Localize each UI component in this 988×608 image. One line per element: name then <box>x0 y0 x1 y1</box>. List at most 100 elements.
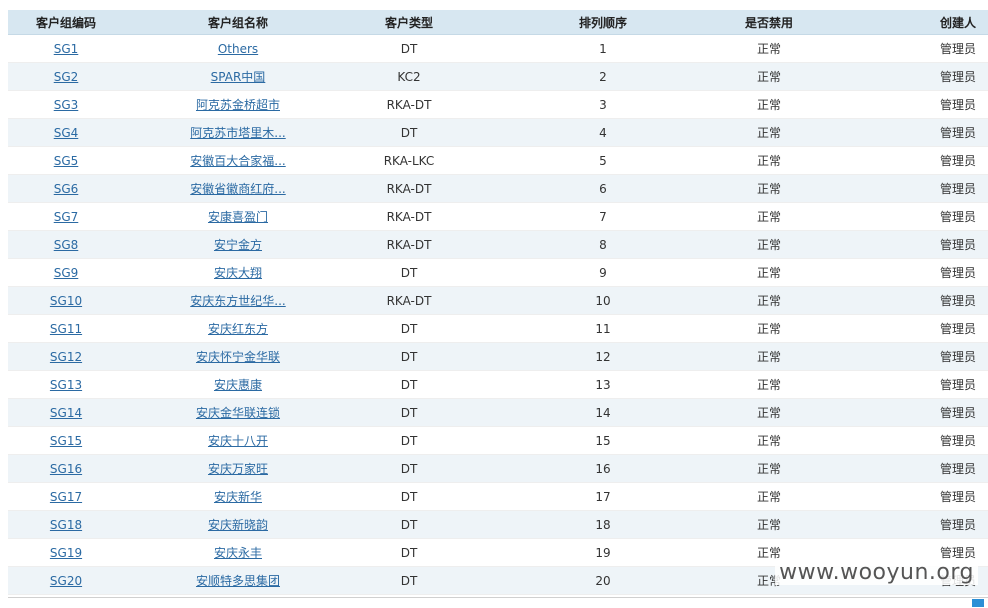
code-link[interactable]: SG9 <box>54 266 79 280</box>
cell-type: RKA-DT <box>352 174 466 203</box>
cell-creator: 管理员 <box>908 286 988 315</box>
name-link[interactable]: 安庆金华联连锁 <box>196 406 280 420</box>
cell-name: 安庆万家旺 <box>124 454 352 483</box>
cell-creator: 管理员 <box>908 174 988 203</box>
column-header-creator[interactable]: 创建人 <box>908 10 988 35</box>
cell-creator: 管理员 <box>908 62 988 91</box>
cell-spacer <box>798 370 908 399</box>
table-row[interactable]: SG12 安庆怀宁金华联 DT 12 正常 管理员 <box>8 342 988 371</box>
code-link[interactable]: SG19 <box>50 546 82 560</box>
column-header-name[interactable]: 客户组名称 <box>124 10 352 35</box>
column-header-status[interactable]: 是否禁用 <box>740 10 798 35</box>
name-link[interactable]: 安庆永丰 <box>214 546 262 560</box>
cell-order: 3 <box>466 90 740 119</box>
table-row[interactable]: SG18 安庆新晓韵 DT 18 正常 管理员 <box>8 510 988 539</box>
column-header-type[interactable]: 客户类型 <box>352 10 466 35</box>
code-link[interactable]: SG18 <box>50 518 82 532</box>
name-link[interactable]: 安庆红东方 <box>208 322 268 336</box>
name-link[interactable]: 安顺特多思集团 <box>196 574 280 588</box>
cell-order: 14 <box>466 398 740 427</box>
code-link[interactable]: SG12 <box>50 350 82 364</box>
column-header-order[interactable]: 排列顺序 <box>466 10 740 35</box>
cell-code: SG17 <box>8 482 124 511</box>
name-link[interactable]: 安宁金方 <box>214 238 262 252</box>
code-link[interactable]: SG2 <box>54 70 79 84</box>
table-row[interactable]: SG7 安康喜盈门 RKA-DT 7 正常 管理员 <box>8 202 988 231</box>
table-row[interactable]: SG13 安庆惠康 DT 13 正常 管理员 <box>8 370 988 399</box>
name-link[interactable]: 安庆东方世纪华... <box>190 294 285 308</box>
name-link[interactable]: 安徽省徽商红府... <box>190 182 285 196</box>
table-row[interactable]: SG17 安庆新华 DT 17 正常 管理员 <box>8 482 988 511</box>
code-link[interactable]: SG1 <box>54 42 79 56</box>
cell-code: SG1 <box>8 34 124 63</box>
cell-status: 正常 <box>740 118 798 147</box>
column-header-code[interactable]: 客户组编码 <box>8 10 124 35</box>
code-link[interactable]: SG13 <box>50 378 82 392</box>
table-row[interactable]: SG16 安庆万家旺 DT 16 正常 管理员 <box>8 454 988 483</box>
cell-type: RKA-LKC <box>352 146 466 175</box>
table-row[interactable]: SG5 安徽百大合家福... RKA-LKC 5 正常 管理员 <box>8 146 988 175</box>
code-link[interactable]: SG10 <box>50 294 82 308</box>
cell-name: 安庆大翔 <box>124 258 352 287</box>
name-link[interactable]: 安庆惠康 <box>214 378 262 392</box>
code-link[interactable]: SG6 <box>54 182 79 196</box>
cell-status: 正常 <box>740 258 798 287</box>
cell-order: 4 <box>466 118 740 147</box>
name-link[interactable]: 阿克苏市塔里木... <box>190 126 285 140</box>
code-link[interactable]: SG8 <box>54 238 79 252</box>
pager-button[interactable] <box>972 599 984 607</box>
cell-type: DT <box>352 454 466 483</box>
cell-creator: 管理员 <box>908 454 988 483</box>
code-link[interactable]: SG15 <box>50 434 82 448</box>
table-row[interactable]: SG6 安徽省徽商红府... RKA-DT 6 正常 管理员 <box>8 174 988 203</box>
name-link[interactable]: 安庆万家旺 <box>208 462 268 476</box>
table-row[interactable]: SG15 安庆十八开 DT 15 正常 管理员 <box>8 426 988 455</box>
name-link[interactable]: 安庆十八开 <box>208 434 268 448</box>
cell-status: 正常 <box>740 146 798 175</box>
name-link[interactable]: 安徽百大合家福... <box>190 154 285 168</box>
table-row[interactable]: SG11 安庆红东方 DT 11 正常 管理员 <box>8 314 988 343</box>
name-link[interactable]: Others <box>218 42 258 56</box>
cell-creator: 管理员 <box>908 146 988 175</box>
cell-code: SG10 <box>8 286 124 315</box>
cell-spacer <box>798 230 908 259</box>
name-link[interactable]: 安庆新华 <box>214 490 262 504</box>
cell-status: 正常 <box>740 34 798 63</box>
name-link[interactable]: 安庆大翔 <box>214 266 262 280</box>
code-link[interactable]: SG14 <box>50 406 82 420</box>
cell-creator: 管理员 <box>908 510 988 539</box>
column-header-spacer <box>798 10 908 35</box>
code-link[interactable]: SG17 <box>50 490 82 504</box>
cell-code: SG12 <box>8 342 124 371</box>
code-link[interactable]: SG20 <box>50 574 82 588</box>
table-row[interactable]: SG8 安宁金方 RKA-DT 8 正常 管理员 <box>8 230 988 259</box>
name-link[interactable]: 安庆怀宁金华联 <box>196 350 280 364</box>
cell-status: 正常 <box>740 90 798 119</box>
code-link[interactable]: SG11 <box>50 322 82 336</box>
table-row[interactable]: SG14 安庆金华联连锁 DT 14 正常 管理员 <box>8 398 988 427</box>
cell-creator: 管理员 <box>908 230 988 259</box>
table-row[interactable]: SG9 安庆大翔 DT 9 正常 管理员 <box>8 258 988 287</box>
table-row[interactable]: SG3 阿克苏金桥超市 RKA-DT 3 正常 管理员 <box>8 90 988 119</box>
cell-spacer <box>798 342 908 371</box>
name-link[interactable]: 阿克苏金桥超市 <box>196 98 280 112</box>
table-row[interactable]: SG2 SPAR中国 KC2 2 正常 管理员 <box>8 62 988 91</box>
cell-name: 安顺特多思集团 <box>124 566 352 595</box>
code-link[interactable]: SG16 <box>50 462 82 476</box>
code-link[interactable]: SG3 <box>54 98 79 112</box>
table-row[interactable]: SG10 安庆东方世纪华... RKA-DT 10 正常 管理员 <box>8 286 988 315</box>
cell-status: 正常 <box>740 370 798 399</box>
cell-name: 安康喜盈门 <box>124 202 352 231</box>
name-link[interactable]: 安康喜盈门 <box>208 210 268 224</box>
cell-spacer <box>798 174 908 203</box>
cell-type: DT <box>352 538 466 567</box>
cell-spacer <box>798 314 908 343</box>
code-link[interactable]: SG4 <box>54 126 79 140</box>
name-link[interactable]: SPAR中国 <box>211 70 266 84</box>
name-link[interactable]: 安庆新晓韵 <box>208 518 268 532</box>
table-row[interactable]: SG1 Others DT 1 正常 管理员 <box>8 34 988 63</box>
code-link[interactable]: SG7 <box>54 210 79 224</box>
table-row[interactable]: SG4 阿克苏市塔里木... DT 4 正常 管理员 <box>8 118 988 147</box>
cell-spacer <box>798 454 908 483</box>
code-link[interactable]: SG5 <box>54 154 79 168</box>
